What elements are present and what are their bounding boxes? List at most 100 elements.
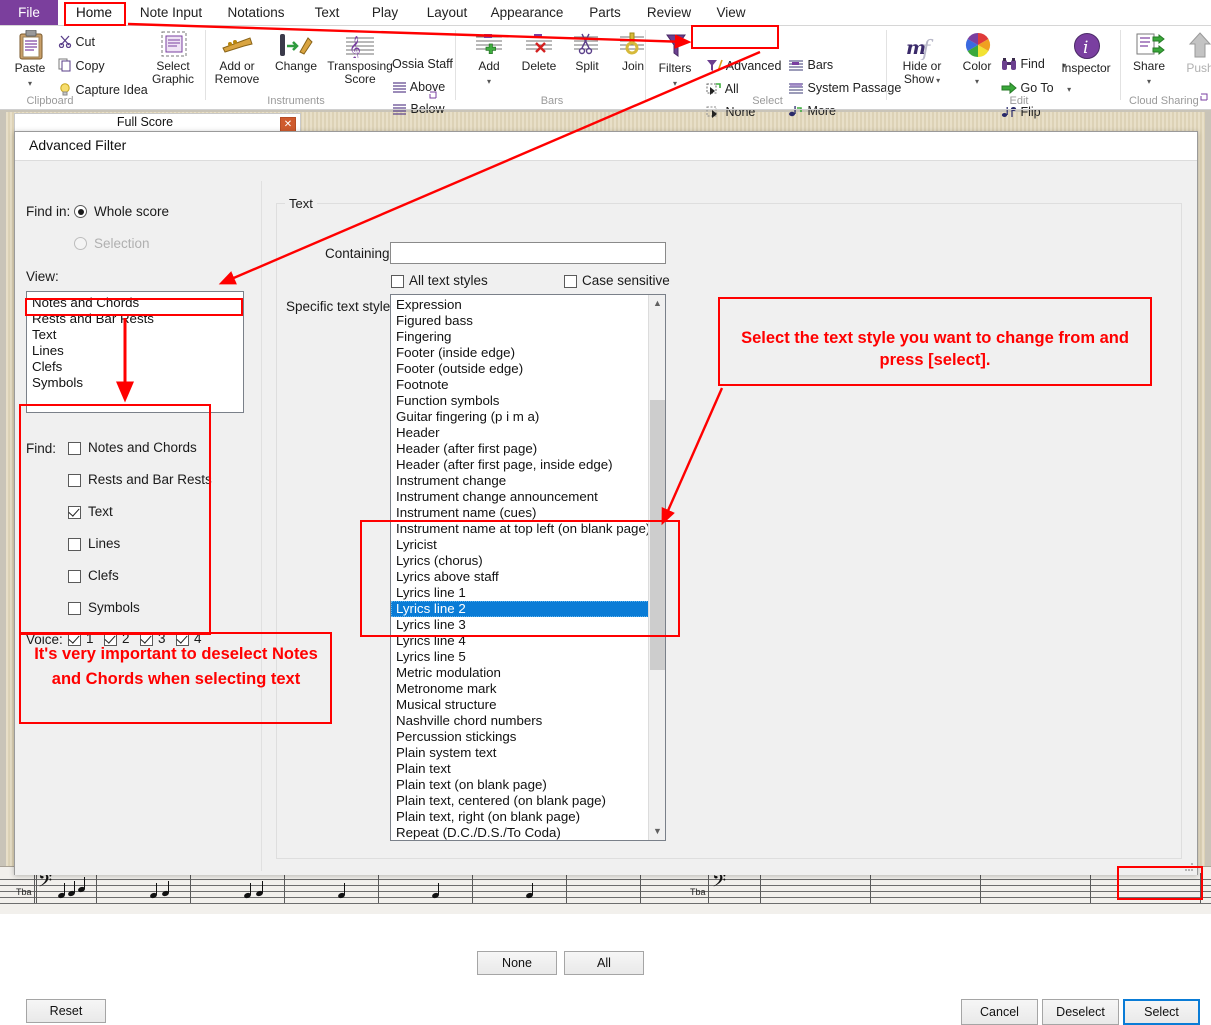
checkbox-symbols[interactable] [68, 602, 81, 615]
checkbox-text[interactable] [68, 506, 81, 519]
text-style-item[interactable]: Footnote [391, 377, 649, 393]
hide-or-show-button[interactable]: m f Hide or Show ▾ [891, 30, 953, 87]
text-style-item[interactable]: Metronome mark [391, 681, 649, 697]
view-item-symbols[interactable]: Symbols [27, 375, 243, 391]
text-styles-scrollbar[interactable]: ▲ ▼ [648, 295, 665, 840]
text-style-item[interactable]: Plain text (on blank page) [391, 777, 649, 793]
text-style-item[interactable]: Plain text, right (on blank page) [391, 809, 649, 825]
advanced-filter-button[interactable]: Advanced [706, 56, 781, 73]
transposing-score-button[interactable]: 𝄞 Transposing Score [324, 30, 396, 86]
change-instrument-button[interactable]: Change [270, 30, 322, 73]
go-to-caret-icon[interactable]: ▾ [1067, 85, 1071, 94]
text-style-item[interactable]: Footer (inside edge) [391, 345, 649, 361]
text-style-item[interactable]: Lyrics line 3 [391, 617, 649, 633]
add-bar-caret-icon[interactable]: ▾ [464, 75, 514, 88]
text-style-item[interactable]: Function symbols [391, 393, 649, 409]
text-styles-listbox[interactable]: Expression Figured bass Fingering Footer (i… [390, 294, 666, 841]
paste-button[interactable]: Paste ▾ [6, 29, 54, 90]
radio-whole-score[interactable] [74, 205, 87, 218]
paste-caret-icon[interactable]: ▾ [6, 77, 54, 90]
cut-button[interactable]: Cut [58, 32, 95, 49]
reset-button[interactable]: Reset [26, 999, 106, 1023]
filters-caret-icon[interactable]: ▾ [648, 77, 702, 90]
view-item-lines[interactable]: Lines [27, 343, 243, 359]
go-to-button[interactable]: Go To ▾ [1001, 78, 1071, 95]
text-style-item[interactable]: Plain text, centered (on blank page) [391, 793, 649, 809]
text-style-item[interactable]: Lyrics line 1 [391, 585, 649, 601]
deselect-button[interactable]: Deselect [1042, 999, 1119, 1025]
text-style-item[interactable]: Musical structure [391, 697, 649, 713]
scroll-down-arrow-icon[interactable]: ▼ [649, 823, 665, 840]
hide-show-caret-icon[interactable]: ▾ [934, 76, 940, 85]
styles-none-button[interactable]: None [477, 951, 557, 975]
resize-grip[interactable] [1184, 862, 1194, 872]
tab-notations[interactable]: Notations [218, 0, 294, 26]
scrollbar-thumb[interactable] [650, 400, 665, 670]
text-style-item[interactable]: Instrument name (cues) [391, 505, 649, 521]
select-all-button[interactable]: All [706, 79, 739, 96]
add-or-remove-button[interactable]: Add or Remove [206, 30, 268, 86]
view-item-notes-and-chords[interactable]: Notes and Chords [27, 295, 243, 311]
text-style-item[interactable]: Lyrics line 4 [391, 633, 649, 649]
tab-review[interactable]: Review [640, 0, 698, 26]
text-style-item[interactable]: Nashville chord numbers [391, 713, 649, 729]
text-style-item[interactable]: Header [391, 425, 649, 441]
tab-play[interactable]: Play [360, 0, 410, 26]
text-styles-list[interactable]: Expression Figured bass Fingering Footer (i… [391, 297, 650, 840]
text-style-item[interactable]: Expression [391, 297, 649, 313]
text-style-item[interactable]: Lyrics (chorus) [391, 553, 649, 569]
delete-bar-button[interactable]: Delete [514, 30, 564, 73]
text-style-item[interactable]: Plain system text [391, 745, 649, 761]
text-style-item[interactable]: Guitar fingering (p i m a) [391, 409, 649, 425]
checkbox-case-sensitive[interactable] [564, 275, 577, 288]
cancel-button[interactable]: Cancel [961, 999, 1038, 1025]
view-item-rests-and-bar-rests[interactable]: Rests and Bar Rests [27, 311, 243, 327]
containing-input[interactable] [390, 242, 666, 264]
document-tab-full-score[interactable]: Full Score ✕ [14, 113, 301, 133]
add-bar-button[interactable]: Add ▾ [464, 30, 514, 88]
scroll-up-arrow-icon[interactable]: ▲ [649, 295, 665, 312]
tab-file[interactable]: File [0, 0, 58, 26]
text-style-item[interactable]: Footer (outside edge) [391, 361, 649, 377]
color-caret-icon[interactable]: ▾ [955, 75, 999, 88]
instruments-dialog-launcher-icon[interactable] [429, 88, 438, 103]
select-bars-button[interactable]: Bars [788, 56, 833, 72]
radio-selection[interactable] [74, 237, 87, 250]
styles-all-button[interactable]: All [564, 951, 644, 975]
cloud-dialog-launcher-icon[interactable] [1200, 90, 1209, 105]
close-icon[interactable]: ✕ [280, 117, 296, 132]
tab-layout[interactable]: Layout [418, 0, 476, 26]
tab-home[interactable]: Home [64, 0, 124, 26]
text-style-item[interactable]: Lyricist [391, 537, 649, 553]
text-style-item[interactable]: Lyrics above staff [391, 569, 649, 585]
tab-view[interactable]: View [706, 0, 756, 26]
tab-appearance[interactable]: Appearance [484, 0, 570, 26]
text-style-item[interactable]: Metric modulation [391, 665, 649, 681]
filters-button[interactable]: Filters ▾ [648, 30, 702, 90]
checkbox-rests-and-bar-rests[interactable] [68, 474, 81, 487]
inspector-button[interactable]: i Inspector [1055, 30, 1117, 75]
checkbox-lines[interactable] [68, 538, 81, 551]
copy-button[interactable]: Copy [58, 56, 105, 73]
checkbox-all-text-styles[interactable] [391, 275, 404, 288]
text-style-item[interactable]: Instrument change announcement [391, 489, 649, 505]
text-style-item[interactable]: Lyrics line 2 [391, 601, 649, 617]
push-button[interactable]: Push [1177, 30, 1211, 75]
text-style-item[interactable]: Instrument change [391, 473, 649, 489]
color-button[interactable]: Color ▾ [955, 30, 999, 88]
text-style-item[interactable]: Instrument name at top left (on blank pa… [391, 521, 650, 537]
select-graphic-button[interactable]: Select Graphic [142, 30, 204, 86]
text-style-item[interactable]: Header (after first page) [391, 441, 649, 457]
view-item-text[interactable]: Text [27, 327, 243, 343]
view-item-clefs[interactable]: Clefs [27, 359, 243, 375]
checkbox-clefs[interactable] [68, 570, 81, 583]
split-bar-button[interactable]: Split [564, 30, 610, 73]
view-listbox[interactable]: Notes and Chords Rests and Bar Rests Tex… [26, 291, 244, 413]
text-style-item[interactable]: Header (after first page, inside edge) [391, 457, 649, 473]
system-passage-button[interactable]: System Passage [788, 79, 901, 95]
share-button[interactable]: Share ▾ [1123, 30, 1175, 88]
text-style-item[interactable]: Plain text [391, 761, 649, 777]
checkbox-notes-and-chords[interactable] [68, 442, 81, 455]
text-style-item[interactable]: Repeat (D.C./D.S./To Coda) [391, 825, 649, 840]
text-style-item[interactable]: Percussion stickings [391, 729, 649, 745]
